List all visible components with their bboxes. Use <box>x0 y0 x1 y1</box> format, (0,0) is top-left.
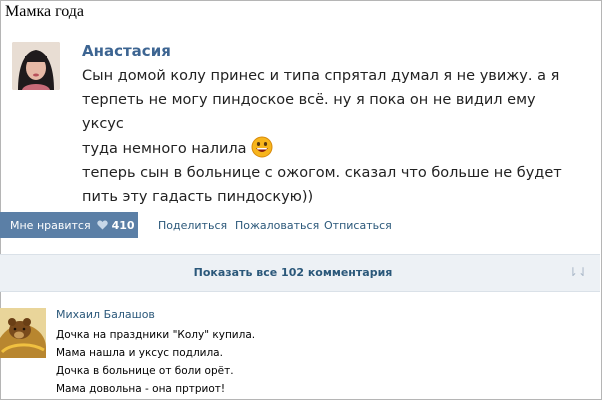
comment-line: Мама нашла и уксус подлила. <box>56 347 223 359</box>
post-line: пить эту гадасть пиндоскую)) <box>82 189 314 205</box>
post-line-text: туда немного налила <box>82 141 247 157</box>
page-title: Мамка года <box>5 3 85 20</box>
post-line: туда немного налила <box>82 136 582 161</box>
show-all-comments-link[interactable]: Показать все 102 комментария <box>0 266 586 279</box>
heart-icon <box>96 220 108 230</box>
post-line: теперь сын в больнице с ожогом. сказал ч… <box>82 165 562 181</box>
post-text: Сын домой колу принес и типа спрятал дум… <box>82 64 582 209</box>
like-button[interactable]: Мне нравится 410 <box>0 212 138 238</box>
report-link[interactable]: Пожаловаться <box>235 219 319 232</box>
post-line: Сын домой колу принес и типа спрятал дум… <box>82 68 560 84</box>
post-actions: Мне нравится 410 Поделиться Пожаловаться… <box>0 212 600 238</box>
comment-line: Дочка в больнице от боли орёт. <box>56 365 234 377</box>
post-line: терпеть не могу пиндоское всё. ну я пока… <box>82 92 536 132</box>
sort-comments-icon[interactable]: ⇂⇃ <box>568 265 588 279</box>
comment-author-name[interactable]: Михаил Балашов <box>56 308 155 321</box>
comment-line: Мама довольна - она пртриот! <box>56 383 226 395</box>
comment-author-avatar[interactable] <box>0 308 46 358</box>
share-link[interactable]: Поделиться <box>158 219 227 232</box>
like-label: Мне нравится <box>10 218 91 232</box>
post-author-avatar[interactable] <box>12 42 60 90</box>
comment-line: Дочка на праздники "Колу" купила. <box>56 329 256 341</box>
grinning-face-icon <box>251 136 273 158</box>
like-count: 410 <box>111 218 135 232</box>
unsubscribe-link[interactable]: Отписаться <box>324 219 392 232</box>
comment-text: Дочка на праздники "Колу" купила. Мама н… <box>56 326 255 398</box>
post-author-name[interactable]: Анастасия <box>82 42 171 60</box>
show-all-comments-bar[interactable]: Показать все 102 комментария ⇂⇃ <box>0 254 600 292</box>
